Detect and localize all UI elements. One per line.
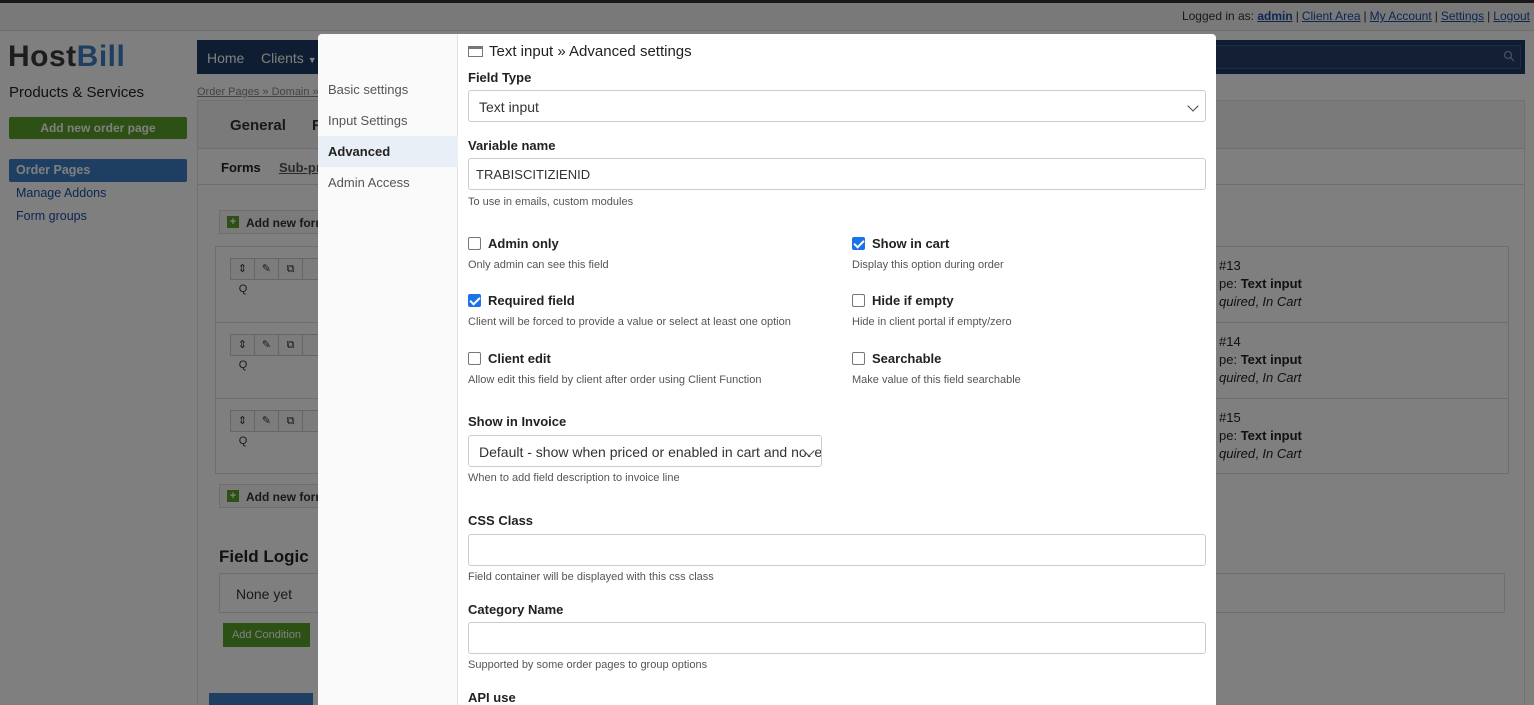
advanced-settings-modal: Basic settings Input Settings Advanced A…: [318, 34, 1216, 705]
show-in-cart-checkbox[interactable]: [852, 237, 865, 250]
field-type-select[interactable]: Text input: [468, 90, 1206, 122]
show-in-cart-help: Display this option during order: [852, 259, 1004, 271]
admin-only-help: Only admin can see this field: [468, 259, 609, 271]
css-class-help: Field container will be displayed with t…: [468, 571, 714, 583]
show-in-cart-label[interactable]: Show in cart: [872, 236, 949, 251]
modal-tab-basic-settings[interactable]: Basic settings: [318, 74, 458, 105]
searchable-checkbox[interactable]: [852, 352, 865, 365]
field-icon: [468, 46, 483, 57]
field-type-label: Field Type: [468, 70, 532, 85]
modal-body: Text input » Advanced settings Field Typ…: [468, 34, 1206, 705]
searchable-label[interactable]: Searchable: [872, 351, 941, 366]
variable-name-help: To use in emails, custom modules: [468, 196, 634, 208]
category-name-help: Supported by some order pages to group o…: [468, 659, 708, 671]
css-class-input[interactable]: [468, 534, 1206, 566]
category-name-label: Category Name: [468, 602, 564, 617]
css-class-label: CSS Class: [468, 513, 534, 528]
show-in-invoice-select[interactable]: Default - show when priced or enabled in…: [468, 435, 822, 467]
client-edit-checkbox[interactable]: [468, 352, 481, 365]
chevron-down-icon: [1187, 100, 1199, 112]
modal-title: Text input » Advanced settings: [468, 43, 692, 60]
required-field-checkbox[interactable]: [468, 294, 481, 307]
admin-only-checkbox[interactable]: [468, 237, 481, 250]
client-edit-label[interactable]: Client edit: [488, 351, 551, 366]
hide-if-empty-checkbox[interactable]: [852, 294, 865, 307]
api-use-label: API use: [468, 690, 516, 705]
modal-tab-input-settings[interactable]: Input Settings: [318, 105, 458, 136]
variable-name-input[interactable]: TRABISCITIZIENID: [468, 158, 1206, 190]
modal-tab-admin-access[interactable]: Admin Access: [318, 167, 458, 198]
admin-only-label[interactable]: Admin only: [488, 236, 559, 251]
client-edit-help: Allow edit this field by client after or…: [468, 374, 762, 386]
modal-nav: Basic settings Input Settings Advanced A…: [318, 34, 458, 705]
searchable-help: Make value of this field searchable: [852, 374, 1021, 386]
category-name-input[interactable]: [468, 622, 1206, 654]
required-field-label[interactable]: Required field: [488, 293, 575, 308]
show-in-invoice-help: When to add field description to invoice…: [468, 472, 680, 484]
variable-name-label: Variable name: [468, 138, 556, 153]
hide-if-empty-label[interactable]: Hide if empty: [872, 293, 954, 308]
required-field-help: Client will be forced to provide a value…: [468, 316, 791, 328]
show-in-invoice-label: Show in Invoice: [468, 414, 567, 429]
hide-if-empty-help: Hide in client portal if empty/zero: [852, 316, 1012, 328]
modal-tab-advanced[interactable]: Advanced: [318, 136, 458, 167]
